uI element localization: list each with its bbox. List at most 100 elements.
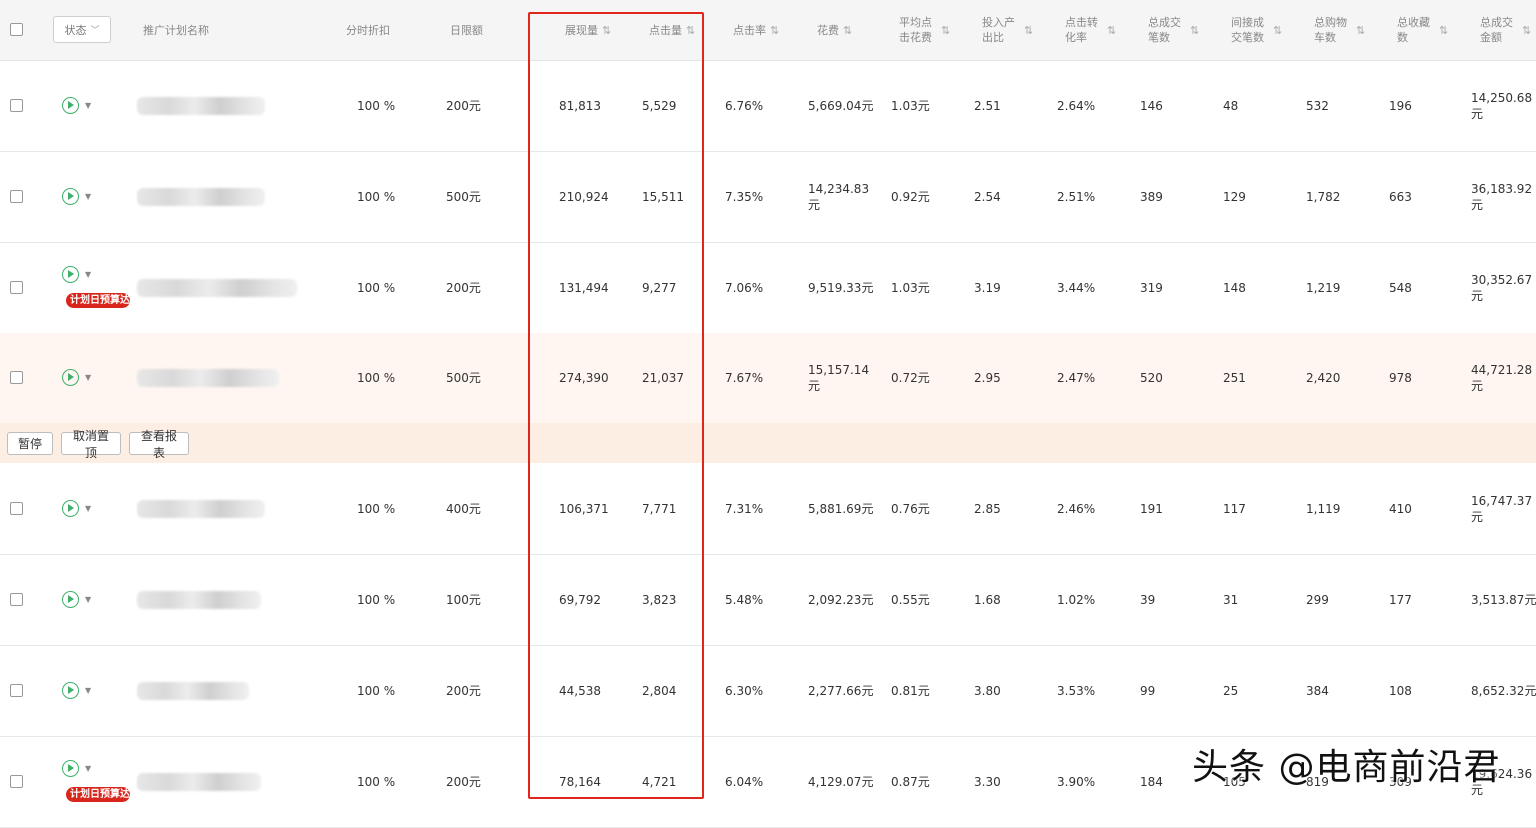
plan-name-blurred[interactable] bbox=[137, 279, 297, 297]
table-row[interactable]: ▼ 100 % 500元 274,390 21,037 7.67% 15,157.14元 0.… bbox=[0, 333, 1536, 424]
sort-icon[interactable]: ⇅ bbox=[686, 23, 695, 38]
sort-icon[interactable]: ⇅ bbox=[941, 23, 950, 38]
sort-icon[interactable]: ⇅ bbox=[843, 23, 852, 38]
table-row[interactable]: ▼ 100 % 500元 210,924 15,511 7.35% 14,234.83元 0.… bbox=[0, 151, 1536, 243]
play-icon[interactable] bbox=[62, 188, 79, 205]
col-spend[interactable]: 花费 ⇅ bbox=[817, 0, 852, 60]
caret-down-icon[interactable]: ▼ bbox=[85, 686, 91, 695]
cell-indirect-orders: 31 bbox=[1223, 593, 1239, 607]
select-all-checkbox[interactable] bbox=[10, 23, 23, 36]
row-checkbox[interactable] bbox=[10, 593, 23, 606]
row-checkbox[interactable] bbox=[10, 684, 23, 697]
caret-down-icon[interactable]: ▼ bbox=[85, 270, 91, 279]
cell-avg-cpc: 1.03元 bbox=[891, 99, 930, 113]
col-total-amount[interactable]: 总成交金额 ⇅ bbox=[1480, 0, 1531, 60]
chevron-down-icon: ﹀ bbox=[90, 26, 100, 36]
cell-cvr: 3.90% bbox=[1057, 775, 1096, 789]
table-row[interactable]: ▼ 计划日预算达 100 % 200元 131,494 9,277 7.06% 9,519.3… bbox=[0, 242, 1536, 334]
cell-indirect-orders: 148 bbox=[1223, 281, 1246, 295]
cell-cvr: 2.51% bbox=[1057, 190, 1096, 204]
col-indirect-orders[interactable]: 间接成交笔数 ⇅ bbox=[1231, 0, 1282, 60]
sort-icon[interactable]: ⇅ bbox=[602, 23, 611, 38]
cell-cart: 1,119 bbox=[1306, 502, 1341, 516]
col-roi[interactable]: 投入产出比 ⇅ bbox=[982, 0, 1033, 60]
table-row[interactable]: ▼ 100 % 200元 44,538 2,804 6.30% 2,277.66元 0.81元… bbox=[0, 645, 1536, 737]
col-total-orders[interactable]: 总成交笔数 ⇅ bbox=[1148, 0, 1199, 60]
col-plan-name: 推广计划名称 bbox=[143, 23, 209, 37]
cell-spend: 14,234.83元 bbox=[808, 182, 870, 212]
pause-button[interactable]: 暂停 bbox=[7, 432, 53, 455]
view-report-button[interactable]: 查看报表 bbox=[129, 429, 189, 460]
row-checkbox[interactable] bbox=[10, 190, 23, 203]
plan-name-blurred[interactable] bbox=[137, 682, 249, 700]
plan-name-blurred[interactable] bbox=[137, 773, 261, 791]
caret-down-icon[interactable]: ▼ bbox=[85, 595, 91, 604]
status-filter-dropdown[interactable]: 状态 ﹀ bbox=[53, 16, 111, 43]
col-time-discount: 分时折扣 bbox=[346, 23, 390, 37]
cell-clicks: 21,037 bbox=[642, 371, 684, 385]
cell-cvr: 3.44% bbox=[1057, 281, 1096, 295]
cell-daily-limit: 200元 bbox=[446, 775, 481, 789]
cell-clicks: 5,529 bbox=[642, 99, 677, 113]
caret-down-icon[interactable]: ▼ bbox=[85, 373, 91, 382]
sort-icon[interactable]: ⇅ bbox=[1356, 23, 1365, 38]
col-ctr[interactable]: 点击率 ⇅ bbox=[733, 0, 779, 60]
cell-daily-limit: 100元 bbox=[446, 593, 481, 607]
cell-cart: 299 bbox=[1306, 593, 1329, 607]
cell-impressions: 210,924 bbox=[559, 190, 609, 204]
caret-down-icon[interactable]: ▼ bbox=[85, 101, 91, 110]
play-icon[interactable] bbox=[62, 97, 79, 114]
play-icon[interactable] bbox=[62, 500, 79, 517]
col-cvr[interactable]: 点击转化率 ⇅ bbox=[1065, 0, 1116, 60]
col-avg-cpc[interactable]: 平均点击花费 ⇅ bbox=[899, 0, 950, 60]
unpin-button[interactable]: 取消置顶 bbox=[61, 429, 121, 460]
status-filter-label: 状态 bbox=[64, 23, 87, 37]
caret-down-icon[interactable]: ▼ bbox=[85, 192, 91, 201]
sort-icon[interactable]: ⇅ bbox=[770, 23, 779, 38]
plan-name-blurred[interactable] bbox=[137, 188, 265, 206]
cell-daily-limit: 200元 bbox=[446, 99, 481, 113]
row-checkbox[interactable] bbox=[10, 281, 23, 294]
row-checkbox[interactable] bbox=[10, 775, 23, 788]
cell-amount: 3,513.87元 bbox=[1471, 593, 1536, 607]
row-checkbox[interactable] bbox=[10, 502, 23, 515]
col-clicks[interactable]: 点击量 ⇅ bbox=[649, 0, 695, 60]
cell-impressions: 78,164 bbox=[559, 775, 601, 789]
sort-icon[interactable]: ⇅ bbox=[1522, 23, 1531, 38]
play-icon[interactable] bbox=[62, 266, 79, 283]
cell-cvr: 2.64% bbox=[1057, 99, 1096, 113]
cell-total-orders: 389 bbox=[1140, 190, 1163, 204]
cell-amount: 14,250.68元 bbox=[1471, 91, 1533, 121]
sort-icon[interactable]: ⇅ bbox=[1107, 23, 1116, 38]
cell-indirect-orders: 25 bbox=[1223, 684, 1239, 698]
cell-avg-cpc: 0.55元 bbox=[891, 593, 930, 607]
table-row[interactable]: ▼ 100 % 400元 106,371 7,771 7.31% 5,881.69元 0.76… bbox=[0, 463, 1536, 555]
sort-icon[interactable]: ⇅ bbox=[1273, 23, 1282, 38]
row-checkbox[interactable] bbox=[10, 99, 23, 112]
sort-icon[interactable]: ⇅ bbox=[1190, 23, 1199, 38]
plan-name-blurred[interactable] bbox=[137, 369, 279, 387]
play-icon[interactable] bbox=[62, 682, 79, 699]
row-checkbox[interactable] bbox=[10, 371, 23, 384]
plan-name-blurred[interactable] bbox=[137, 97, 265, 115]
caret-down-icon[interactable]: ▼ bbox=[85, 504, 91, 513]
col-total-cart[interactable]: 总购物车数 ⇅ bbox=[1314, 0, 1365, 60]
play-icon[interactable] bbox=[62, 591, 79, 608]
play-icon[interactable] bbox=[62, 760, 79, 777]
plan-name-blurred[interactable] bbox=[137, 591, 261, 609]
row-action-bar: 暂停 取消置顶 查看报表 bbox=[0, 423, 1536, 463]
cell-discount: 100 % bbox=[357, 190, 396, 204]
cell-daily-limit: 400元 bbox=[446, 502, 481, 516]
cell-amount: 30,352.67元 bbox=[1471, 273, 1533, 303]
plan-name-blurred[interactable] bbox=[137, 500, 265, 518]
sort-icon[interactable]: ⇅ bbox=[1439, 23, 1448, 38]
col-impressions[interactable]: 展现量 ⇅ bbox=[565, 0, 611, 60]
play-icon[interactable] bbox=[62, 369, 79, 386]
cell-fav: 663 bbox=[1389, 190, 1412, 204]
table-row[interactable]: ▼ 100 % 200元 81,813 5,529 6.76% 5,669.04元 1.03元… bbox=[0, 60, 1536, 152]
col-total-fav[interactable]: 总收藏数 ⇅ bbox=[1397, 0, 1448, 60]
sort-icon[interactable]: ⇅ bbox=[1024, 23, 1033, 38]
cell-fav: 196 bbox=[1389, 99, 1412, 113]
table-row[interactable]: ▼ 100 % 100元 69,792 3,823 5.48% 2,092.23元 0.55元… bbox=[0, 554, 1536, 646]
caret-down-icon[interactable]: ▼ bbox=[85, 764, 91, 773]
